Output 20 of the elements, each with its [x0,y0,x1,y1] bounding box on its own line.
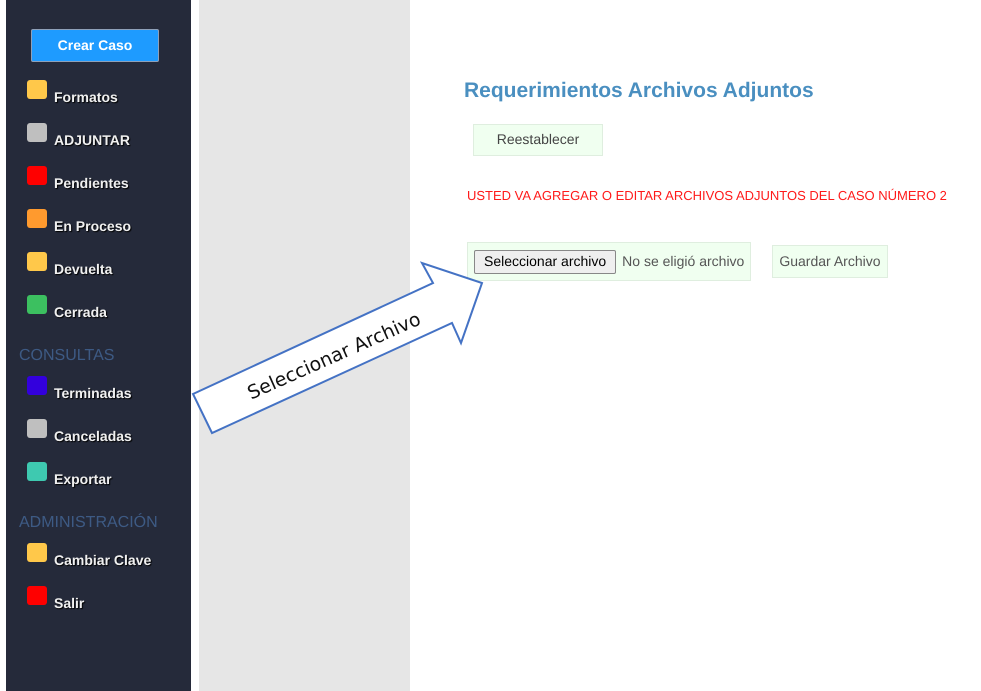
sidebar-item[interactable]: Canceladas [6,417,191,460]
sidebar-item[interactable]: Devuelta [6,250,191,293]
sidebar-item[interactable]: Exportar [6,460,191,503]
sidebar-heading: ADMINISTRACIÓN [19,512,159,533]
reset-button[interactable]: Reestablecer [473,124,603,156]
file-status: No se eligió archivo [622,252,744,271]
sidebar-item[interactable]: Cerrada [6,293,191,336]
sidebar-item[interactable]: Terminadas [6,374,191,417]
sidebar-item[interactable]: Pendientes [6,164,191,207]
sidebar-item[interactable]: Formatos [6,78,191,121]
choose-file-button[interactable]: Seleccionar archivo [474,250,616,274]
sidebar-item[interactable]: Cambiar Clave [6,541,191,584]
save-file-button[interactable]: Guardar Archivo [772,245,888,278]
sidebar-item[interactable]: En Proceso [6,207,191,250]
sidebar-item[interactable]: Salir [6,584,191,627]
page-title: Requerimientos Archivos Adjuntos [464,78,815,104]
notice-text: USTED VA AGREGAR O EDITAR ARCHIVOS ADJUNTOS DEL CASO NÚMERO 2 [467,186,948,204]
sidebar-item[interactable]: ADJUNTAR [6,121,191,164]
file-input-field[interactable]: Seleccionar archivo No se eligió archivo [467,242,752,281]
sidebar-heading: CONSULTAS [19,346,116,366]
